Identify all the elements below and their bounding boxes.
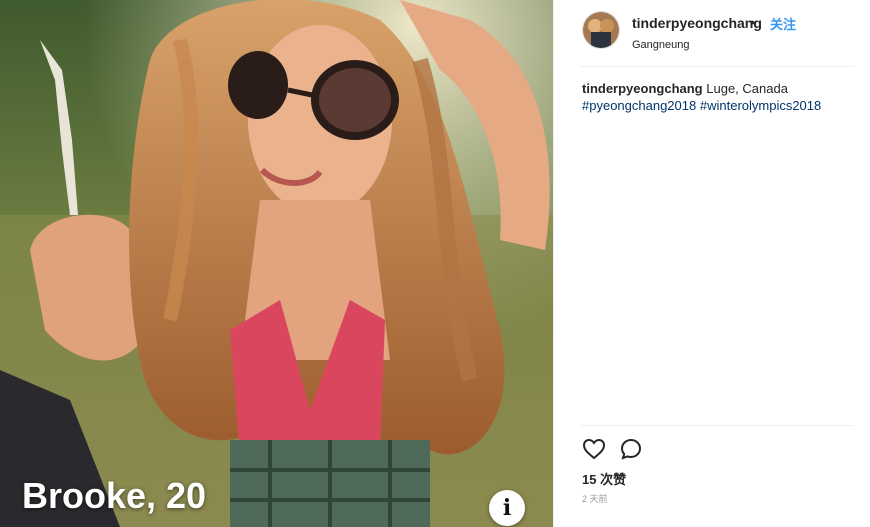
- comment-icon[interactable]: [620, 438, 642, 460]
- separator-dot: •: [750, 14, 755, 30]
- avatar-image: [583, 12, 619, 48]
- info-icon[interactable]: i: [489, 490, 525, 526]
- hashtag-pyeongchang[interactable]: #pyeongchang2018: [582, 98, 696, 113]
- follow-button[interactable]: 关注: [770, 14, 796, 33]
- caption-username[interactable]: tinderpyeongchang: [582, 81, 703, 96]
- post-side-panel: tinderpyeongchang • 关注 Gangneung tinderp…: [553, 0, 870, 527]
- post-location[interactable]: Gangneung: [632, 39, 690, 51]
- caption-text: Luge, Canada: [706, 81, 788, 96]
- heart-icon[interactable]: [582, 438, 606, 460]
- post-caption: tinderpyeongchang Luge, Canada #pyeongch…: [582, 80, 852, 114]
- post-username[interactable]: tinderpyeongchang: [632, 15, 762, 31]
- post-photo[interactable]: Brooke, 20 i: [0, 0, 553, 527]
- post-actions: 15 次赞 2 天前: [580, 425, 854, 526]
- like-count[interactable]: 15 次赞: [582, 469, 626, 488]
- avatar[interactable]: [582, 11, 620, 49]
- post-header: tinderpyeongchang • 关注 Gangneung: [580, 8, 854, 67]
- profile-name-overlay: Brooke, 20: [22, 475, 207, 516]
- post-timestamp: 2 天前: [582, 494, 608, 504]
- info-glyph: i: [502, 495, 512, 521]
- hashtag-winterolympics[interactable]: #winterolympics2018: [700, 98, 821, 113]
- photo-illustration: [0, 0, 553, 527]
